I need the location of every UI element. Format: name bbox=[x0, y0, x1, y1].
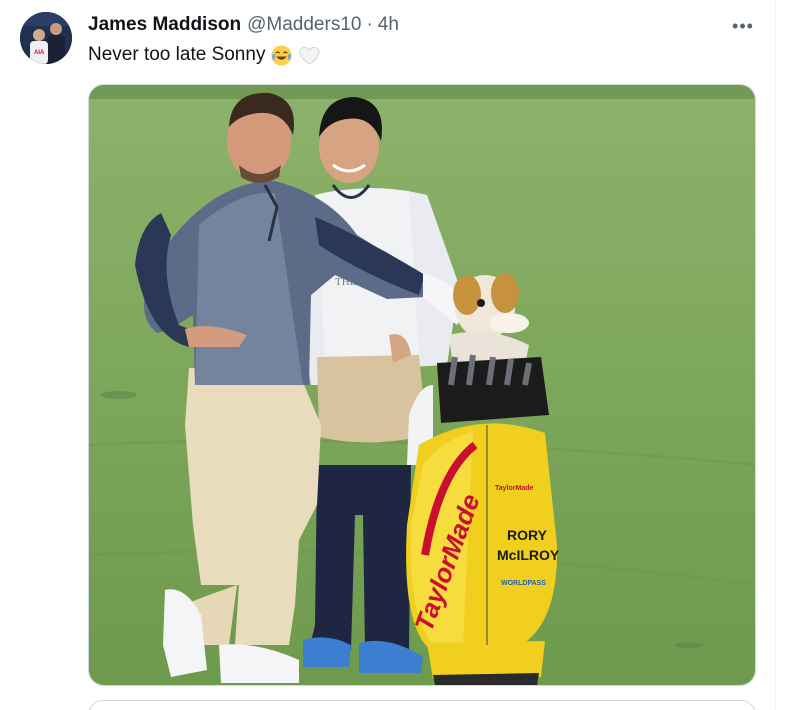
svg-text:TaylorMade: TaylorMade bbox=[495, 485, 533, 492]
next-card-edge bbox=[88, 700, 756, 710]
author-handle[interactable]: @Madders10 bbox=[247, 14, 361, 36]
svg-text:AIA: AIA bbox=[34, 50, 45, 56]
svg-text:WORLDPASS: WORLDPASS bbox=[501, 580, 546, 587]
svg-text:RORY: RORY bbox=[507, 527, 548, 543]
profile-photo-icon: AIA bbox=[20, 12, 72, 64]
tweet-text-content: Never too late Sonny bbox=[88, 44, 266, 65]
tweet[interactable]: AIA James Maddison @Madders10 · 4h ••• N… bbox=[0, 0, 785, 710]
more-options-icon: ••• bbox=[732, 15, 754, 36]
golf-course-photo-icon: THE TaylorMade TaylorMade RORY McILROY W… bbox=[89, 85, 755, 685]
tweet-timestamp[interactable]: 4h bbox=[378, 14, 399, 36]
header-separator: · bbox=[366, 14, 373, 35]
avatar[interactable]: AIA bbox=[20, 12, 72, 64]
more-options-button[interactable]: ••• bbox=[726, 12, 760, 40]
timeline-divider bbox=[775, 0, 776, 710]
tweet-text: Never too late Sonny bbox=[88, 42, 321, 68]
tweet-photo[interactable]: THE TaylorMade TaylorMade RORY McILROY W… bbox=[88, 84, 756, 686]
face-with-tears-of-joy-icon bbox=[271, 44, 293, 66]
tweet-header: James Maddison @Madders10 · 4h bbox=[88, 12, 399, 38]
white-heart-icon bbox=[299, 46, 321, 65]
svg-text:McILROY: McILROY bbox=[497, 547, 560, 563]
author-display-name[interactable]: James Maddison bbox=[88, 14, 241, 36]
